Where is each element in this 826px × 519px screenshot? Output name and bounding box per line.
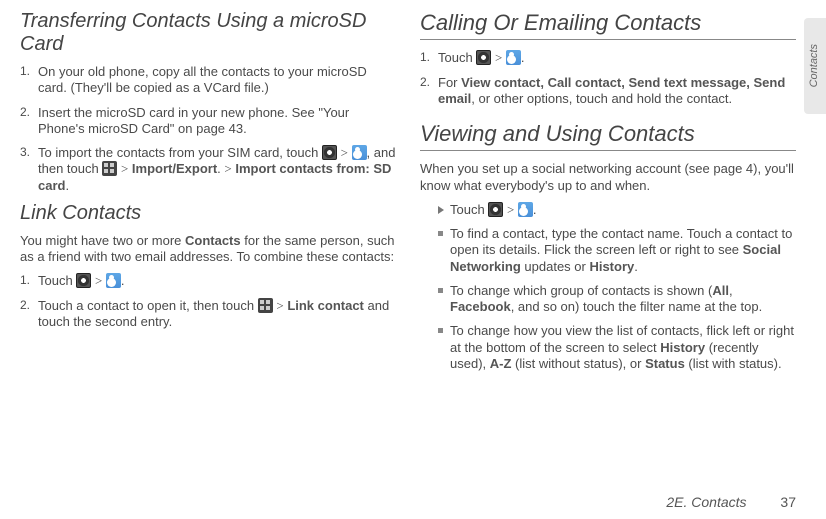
step-3: 3. To import the contacts from your SIM … [20, 145, 396, 194]
right-column: Calling Or Emailing Contacts 1. Touch > … [420, 10, 796, 465]
call-step-2: 2. For View contact, Call contact, Send … [420, 75, 796, 108]
menu-icon [258, 298, 273, 313]
touch-list: Touch > . [438, 202, 796, 218]
contacts-icon [106, 273, 121, 288]
link-step-2: 2. Touch a contact to open it, then touc… [20, 298, 396, 331]
contacts-icon [352, 145, 367, 160]
transfer-steps: 1. On your old phone, copy all the conta… [20, 64, 396, 194]
home-icon [322, 145, 337, 160]
side-tab-label: Contacts [808, 44, 822, 87]
home-icon [488, 202, 503, 217]
page-footer: 2E. Contacts 37 [666, 494, 796, 512]
left-column: Transferring Contacts Using a microSD Ca… [20, 10, 396, 465]
tip-find: To find a contact, type the contact name… [438, 226, 796, 275]
heading-transferring: Transferring Contacts Using a microSD Ca… [20, 10, 396, 56]
contacts-icon [518, 202, 533, 217]
menu-icon [102, 161, 117, 176]
link-step-1: 1. Touch > . [20, 273, 396, 289]
heading-viewing: Viewing and Using Contacts [420, 121, 796, 151]
page-columns: Transferring Contacts Using a microSD Ca… [20, 10, 796, 465]
step-1: 1. On your old phone, copy all the conta… [20, 64, 396, 97]
touch-item: Touch > . [438, 202, 796, 218]
link-steps: 1. Touch > . 2. Touch a contact to open … [20, 273, 396, 330]
tip-view: To change how you view the list of conta… [438, 323, 796, 372]
calling-steps: 1. Touch > . 2. For View contact, Call c… [420, 50, 796, 107]
home-icon [476, 50, 491, 65]
contacts-icon [506, 50, 521, 65]
link-intro: You might have two or more Contacts for … [20, 233, 396, 266]
side-tab: Contacts [804, 18, 826, 114]
heading-link-contacts: Link Contacts [20, 202, 396, 225]
footer-section: 2E. Contacts [666, 494, 746, 510]
step-2: 2. Insert the microSD card in your new p… [20, 105, 396, 138]
home-icon [76, 273, 91, 288]
call-step-1: 1. Touch > . [420, 50, 796, 66]
viewing-intro: When you set up a social networking acco… [420, 161, 796, 194]
tip-group: To change which group of contacts is sho… [438, 283, 796, 316]
footer-page-number: 37 [780, 494, 796, 510]
heading-calling: Calling Or Emailing Contacts [420, 10, 796, 40]
tips-list: To find a contact, type the contact name… [438, 226, 796, 372]
